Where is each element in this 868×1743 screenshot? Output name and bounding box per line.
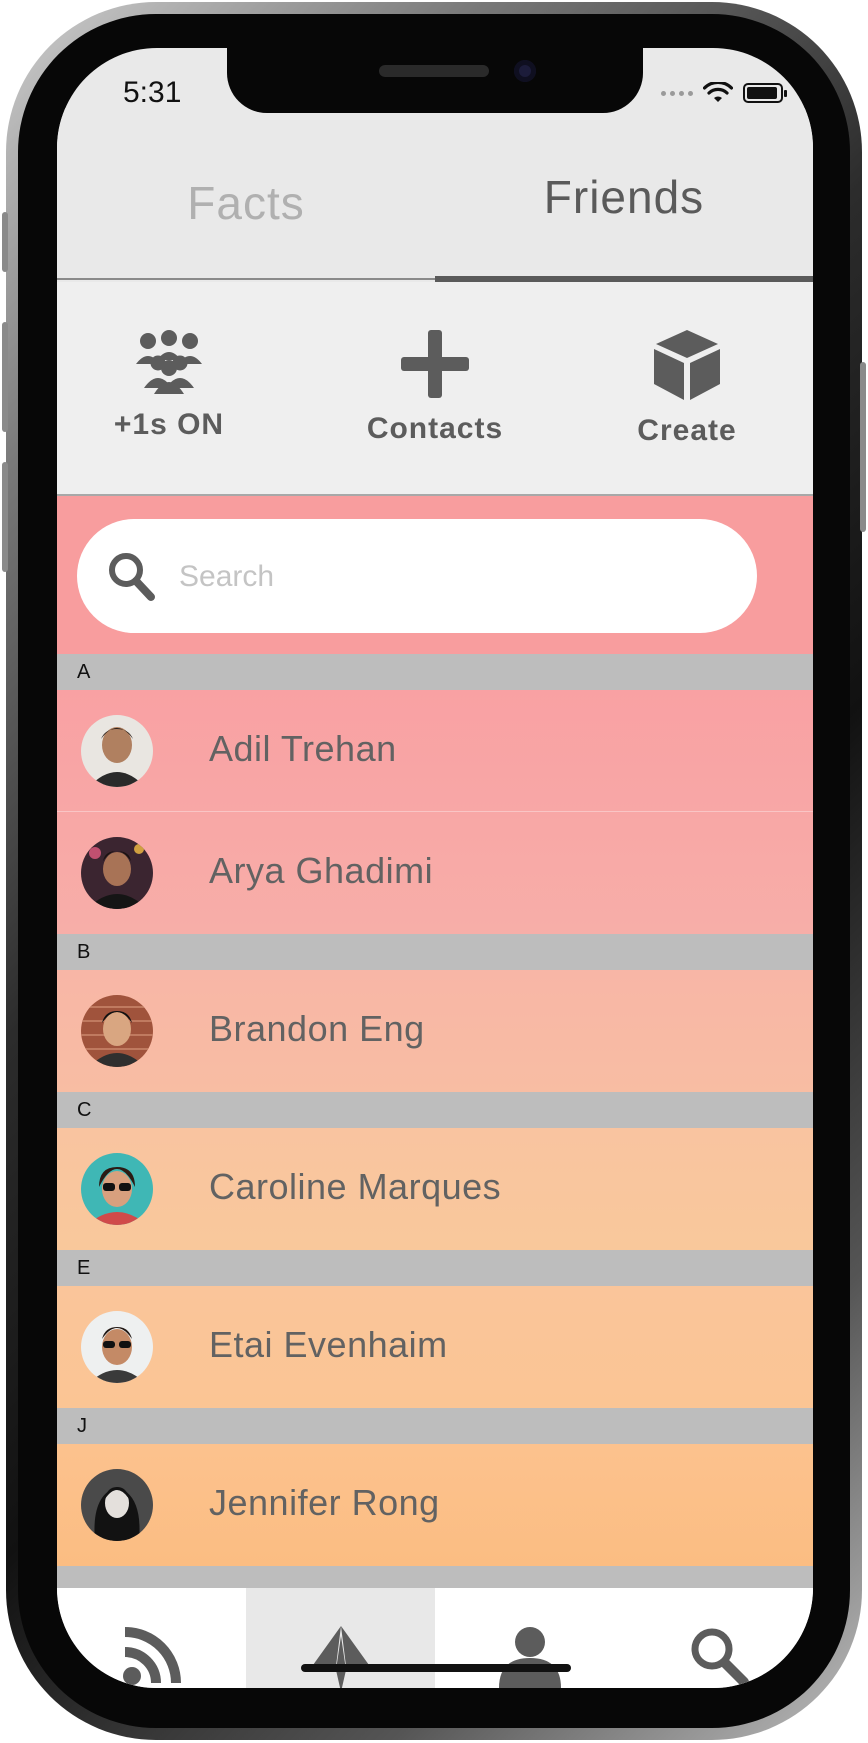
notch <box>227 48 643 113</box>
profile-icon <box>498 1627 561 1688</box>
section-header-a: A <box>57 654 813 690</box>
group-icon <box>136 330 202 394</box>
search-icon <box>691 1628 749 1686</box>
avatar <box>81 1153 153 1225</box>
plus-ones-label: +1s ON <box>113 408 225 441</box>
contact-row-jennifer-rong[interactable]: Jennifer Rong <box>57 1444 813 1566</box>
contact-row-etai-evenhaim[interactable]: Etai Evenhaim <box>57 1286 813 1408</box>
contact-name: Caroline Marques <box>209 1166 502 1207</box>
avatar <box>81 715 153 787</box>
home-indicator[interactable] <box>301 1664 571 1672</box>
cube-icon <box>654 330 720 400</box>
search-icon <box>109 553 155 601</box>
wifi-icon <box>703 82 733 102</box>
avatar <box>81 837 153 909</box>
avatar <box>81 1469 153 1541</box>
search-area <box>57 496 813 654</box>
battery-icon <box>743 83 787 103</box>
tab-profile[interactable] <box>435 1588 624 1688</box>
action-bar: +1s ON Contacts Create <box>57 282 813 496</box>
contact-name: Brandon Eng <box>209 1008 425 1049</box>
contact-row-adil-trehan[interactable]: Adil Trehan <box>57 690 813 812</box>
contacts-label: Contacts <box>366 412 504 445</box>
tab-facts[interactable]: Facts <box>57 176 435 230</box>
create-label: Create <box>637 414 737 447</box>
power-button <box>860 362 866 532</box>
volume-down-button <box>2 462 8 572</box>
contact-name: Adil Trehan <box>209 728 397 769</box>
search-bar[interactable] <box>77 519 757 633</box>
plus-icon <box>401 330 469 398</box>
speaker-grille <box>379 65 489 77</box>
contact-name: Jennifer Rong <box>209 1482 440 1523</box>
section-header-e: E <box>57 1250 813 1286</box>
signal-icon <box>661 90 693 96</box>
tab-divider <box>57 278 435 280</box>
volume-up-button <box>2 322 8 432</box>
top-tabs: Facts Friends <box>57 108 813 282</box>
friends-list: A Adil Trehan Arya Ghadimi B Brandon Eng… <box>57 496 813 1588</box>
front-camera <box>514 60 536 82</box>
tab-send[interactable] <box>246 1588 435 1688</box>
contacts-button[interactable]: Contacts <box>335 330 535 446</box>
plus-ones-toggle-button[interactable]: +1s ON <box>69 330 269 442</box>
feed-icon <box>122 1627 181 1685</box>
tab-friends[interactable]: Friends <box>435 170 813 224</box>
search-input[interactable] <box>177 549 721 605</box>
section-header-b: B <box>57 934 813 970</box>
contact-row-arya-ghadimi[interactable]: Arya Ghadimi <box>57 812 813 934</box>
status-icons <box>661 82 787 104</box>
avatar <box>81 1311 153 1383</box>
section-header-c: C <box>57 1092 813 1128</box>
screen: 5:31 Facts Friends +1s ON Contacts Creat… <box>57 48 813 1688</box>
contact-row-caroline-marques[interactable]: Caroline Marques <box>57 1128 813 1250</box>
mute-switch <box>2 212 8 272</box>
status-time: 5:31 <box>123 76 182 109</box>
avatar <box>81 995 153 1067</box>
contact-name: Etai Evenhaim <box>209 1324 448 1365</box>
contact-name: Arya Ghadimi <box>209 850 434 891</box>
tab-feed[interactable] <box>57 1588 246 1688</box>
paper-plane-icon <box>307 1626 374 1688</box>
create-button[interactable]: Create <box>587 330 787 448</box>
tab-search[interactable] <box>624 1588 813 1688</box>
bottom-tab-bar <box>57 1588 813 1688</box>
section-header-partial <box>57 1566 813 1588</box>
section-header-j: J <box>57 1408 813 1444</box>
contact-row-brandon-eng[interactable]: Brandon Eng <box>57 970 813 1092</box>
